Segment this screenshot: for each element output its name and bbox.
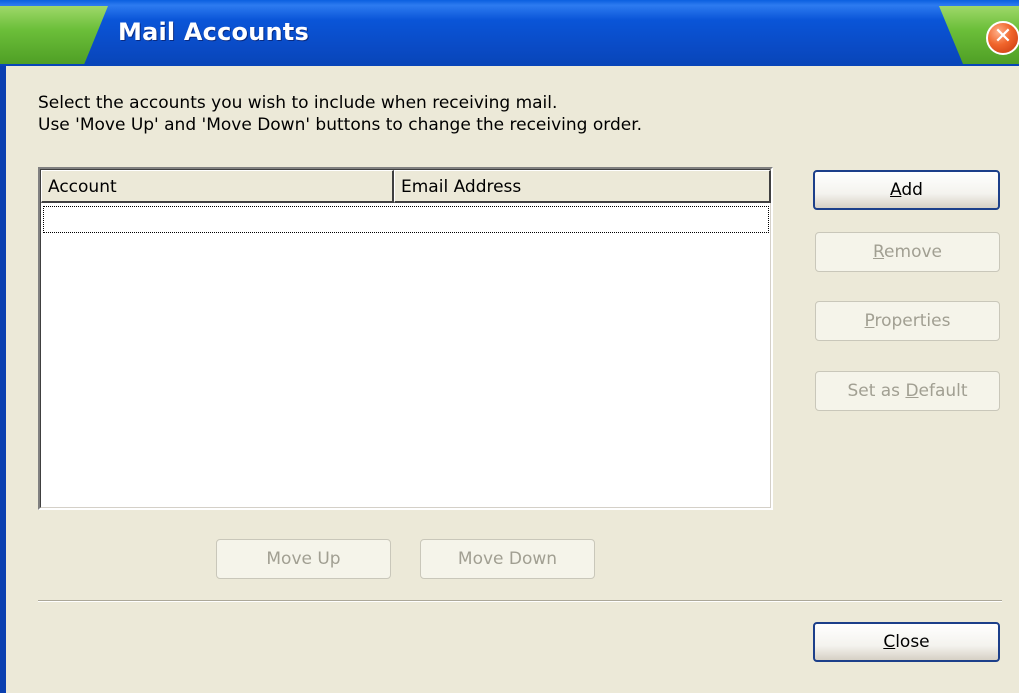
set-default-button-label-post: efault <box>918 381 968 401</box>
close-button-accel: C <box>883 632 896 652</box>
title-bar[interactable]: Mail Accounts ✕ <box>0 0 1019 66</box>
column-header-account[interactable]: Account <box>41 170 394 203</box>
column-header-email-address[interactable]: Email Address <box>394 170 771 203</box>
mail-accounts-dialog: Mail Accounts ✕ Select the accounts you … <box>0 0 1019 693</box>
add-button-accel: A <box>890 180 902 200</box>
set-default-button-accel: D <box>905 381 919 401</box>
set-as-default-button[interactable]: Set as Default <box>815 371 1000 411</box>
remove-button-label-post: emove <box>884 242 942 262</box>
accounts-list-header: Account Email Address <box>41 170 771 203</box>
window-title: Mail Accounts <box>118 18 309 46</box>
close-button[interactable]: Close <box>813 622 1000 662</box>
add-button-label-post: dd <box>901 180 923 200</box>
close-window-icon[interactable]: ✕ <box>986 21 1019 55</box>
close-button-label-post: lose <box>895 632 930 652</box>
set-default-button-label-pre: Set as <box>847 381 906 401</box>
properties-button[interactable]: Properties <box>815 301 1000 341</box>
accounts-list[interactable]: Account Email Address <box>38 167 773 510</box>
move-up-button[interactable]: Move Up <box>216 539 391 579</box>
instructions-line-1: Select the accounts you wish to include … <box>38 93 558 113</box>
properties-button-label-post: roperties <box>874 311 951 331</box>
window-frame-left <box>0 66 6 693</box>
remove-button-accel: R <box>872 242 885 262</box>
accounts-list-frame: Account Email Address <box>40 169 771 508</box>
instructions-text: Select the accounts you wish to include … <box>38 92 642 136</box>
title-bar-decoration-left <box>0 6 108 64</box>
instructions-line-2: Use 'Move Up' and 'Move Down' buttons to… <box>38 115 643 135</box>
separator-line <box>38 600 1002 602</box>
move-down-button[interactable]: Move Down <box>420 539 595 579</box>
properties-button-accel: P <box>864 311 875 331</box>
list-focus-row[interactable] <box>43 206 769 233</box>
add-button[interactable]: Add <box>813 170 1000 210</box>
remove-button[interactable]: Remove <box>815 232 1000 272</box>
